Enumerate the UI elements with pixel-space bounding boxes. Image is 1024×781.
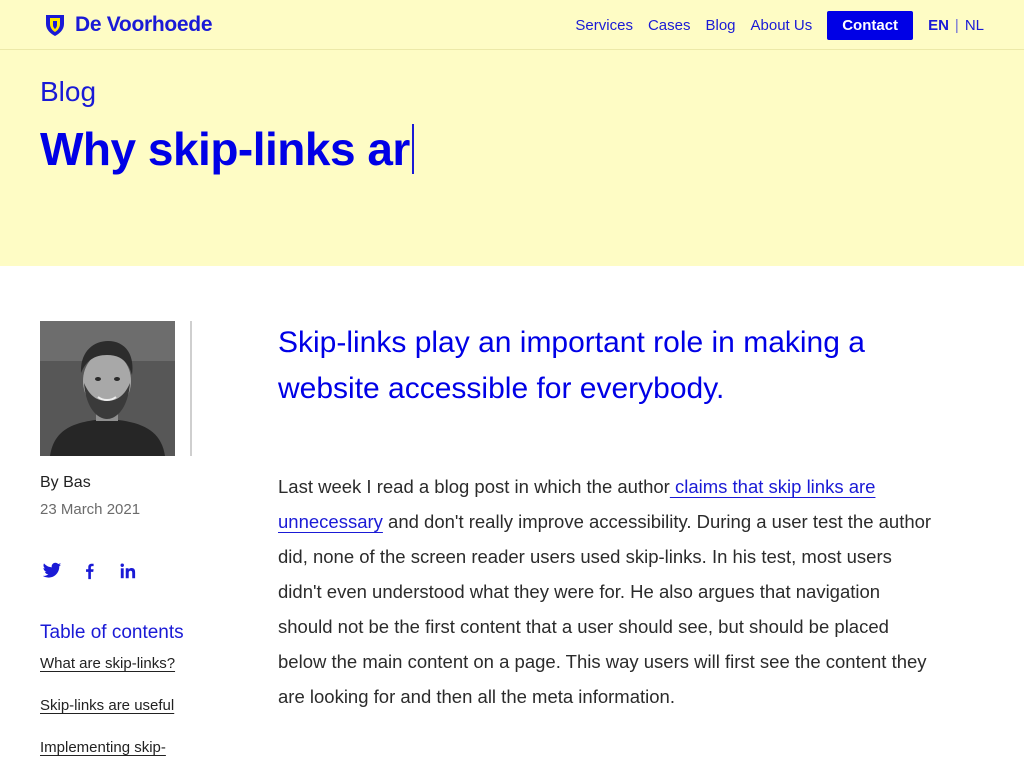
lang-en[interactable]: EN xyxy=(928,17,949,34)
toc-item: Implementing skip- xyxy=(40,739,175,757)
toc-link-implementing-skip-links[interactable]: Implementing skip- xyxy=(40,739,166,756)
nav-cases[interactable]: Cases xyxy=(648,17,691,34)
site-header: De Voorhoede Services Cases Blog About U… xyxy=(0,0,1024,50)
text-cursor xyxy=(411,124,414,174)
sidebar-divider xyxy=(190,321,192,456)
author-byline: By Bas xyxy=(40,474,91,491)
page-title: Why skip-links ar xyxy=(40,122,414,176)
article-paragraph: Last week I read a blog post in which th… xyxy=(278,469,938,714)
twitter-icon[interactable] xyxy=(42,562,62,580)
nav-blog[interactable]: Blog xyxy=(705,17,735,34)
author-avatar xyxy=(40,321,175,456)
share-links xyxy=(42,562,138,580)
nav-about-us[interactable]: About Us xyxy=(751,17,813,34)
nav-services[interactable]: Services xyxy=(575,17,633,34)
logo-link[interactable]: De Voorhoede xyxy=(44,12,213,38)
main-nav: Services Cases Blog About Us Contact EN … xyxy=(575,11,984,40)
linkedin-icon[interactable] xyxy=(118,562,138,580)
page-title-text: Why skip-links ar xyxy=(40,123,410,175)
table-of-contents: What are skip-links? Skip-links are usef… xyxy=(40,655,175,781)
facebook-icon[interactable] xyxy=(80,562,100,580)
language-switcher: EN | NL xyxy=(928,17,984,34)
toc-link-what-are-skip-links[interactable]: What are skip-links? xyxy=(40,655,175,672)
toc-item: What are skip-links? xyxy=(40,655,175,673)
lang-nl[interactable]: NL xyxy=(965,17,984,34)
hero: Blog Why skip-links ar xyxy=(0,50,1024,266)
toc-heading: Table of contents xyxy=(40,622,184,643)
paragraph-text-start: Last week I read a blog post in which th… xyxy=(278,476,670,497)
paragraph-text-rest: and don't really improve accessibility. … xyxy=(278,511,932,707)
breadcrumb-blog[interactable]: Blog xyxy=(40,76,96,108)
toc-link-skip-links-are-useful[interactable]: Skip-links are useful xyxy=(40,697,174,714)
article-lead: Skip-links play an important role in mak… xyxy=(278,326,865,405)
logo-shield-icon xyxy=(44,13,66,37)
toc-item: Skip-links are useful xyxy=(40,697,175,715)
lang-separator: | xyxy=(954,17,959,34)
contact-button[interactable]: Contact xyxy=(827,11,914,40)
publish-date: 23 March 2021 xyxy=(40,501,141,518)
logo-wordmark: De Voorhoede xyxy=(75,13,213,36)
